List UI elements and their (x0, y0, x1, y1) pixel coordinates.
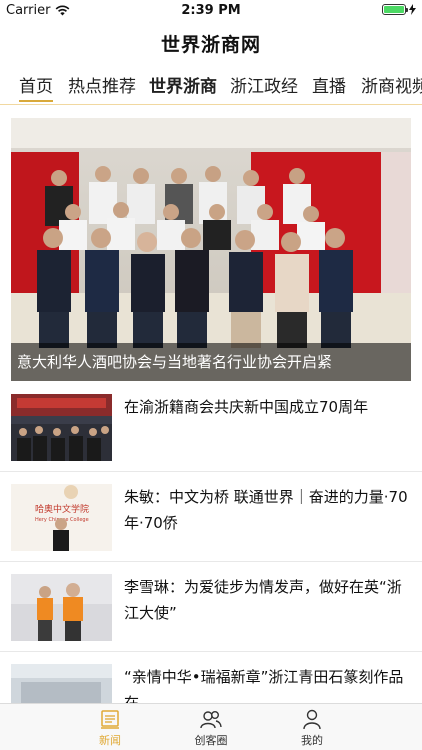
news-item[interactable]: 哈奥中文学院 Hery Chinese College 朱敏：中文为桥 联通世界… (0, 484, 422, 554)
news-thumbnail (11, 574, 112, 641)
community-icon (200, 711, 222, 729)
tab-selected-indicator (19, 100, 53, 102)
page-title: 世界浙商网 (160, 34, 261, 56)
clock: 2:39 PM (181, 3, 241, 18)
nav-community-label: 创客圈 (194, 734, 228, 747)
divider (0, 471, 422, 472)
news-title: 朱敏：中文为桥 联通世界｜奋进的力量·70年·70侨 (124, 488, 408, 532)
news-thumbnail: 哈奥中文学院 Hery Chinese College (11, 484, 112, 551)
hero-photo (11, 118, 411, 381)
divider (0, 561, 422, 562)
tab-live[interactable]: 直播 (312, 72, 346, 102)
news-icon (101, 710, 119, 729)
charging-icon (409, 4, 416, 15)
tab-zhejiang-politics[interactable]: 浙江政经 (230, 72, 298, 102)
profile-icon (303, 709, 321, 730)
battery-icon (382, 4, 408, 15)
nav-community[interactable]: 创客圈 (171, 708, 251, 748)
tab-world-zheshang[interactable]: 世界浙商 (149, 72, 217, 102)
news-thumbnail (11, 664, 112, 703)
tab-video[interactable]: 浙商视频 (361, 72, 422, 102)
news-item[interactable]: 李雪琳：为爱徒步为情发声，做好在英“浙江大使” (0, 574, 422, 644)
news-title: 在渝浙籍商会共庆新中国成立70周年 (124, 398, 369, 416)
news-title: 李雪琳：为爱徒步为情发声，做好在英“浙江大使” (124, 578, 402, 622)
tab-home[interactable]: 首页 (19, 72, 53, 102)
nav-news[interactable]: 新闻 (70, 708, 150, 748)
nav-news-label: 新闻 (99, 734, 121, 747)
tabs-divider (0, 104, 422, 105)
news-thumbnail (11, 394, 112, 461)
nav-profile[interactable]: 我的 (272, 708, 352, 748)
hero-article[interactable]: 意大利华人酒吧协会与当地著名行业协会开启紧 (11, 118, 411, 381)
news-item[interactable]: 在渝浙籍商会共庆新中国成立70周年 (0, 394, 422, 464)
nav-profile-label: 我的 (301, 734, 323, 747)
divider (0, 651, 422, 652)
tab-hot[interactable]: 热点推荐 (68, 72, 136, 102)
status-right (382, 4, 416, 15)
thumb-sign-text: 哈奥中文学院 (35, 503, 89, 515)
hero-caption: 意大利华人酒吧协会与当地著名行业协会开启紧 (11, 343, 411, 381)
category-tabs: 首页 热点推荐 世界浙商 浙江政经 直播 浙商视频 (0, 66, 422, 104)
bottom-tab-bar: 新闻 创客圈 我的 (0, 703, 422, 750)
news-item[interactable]: “亲情中华•瑞福新章”浙江青田石篆刻作品在 (0, 664, 422, 712)
status-bar: Carrier 2:39 PM (0, 0, 422, 22)
